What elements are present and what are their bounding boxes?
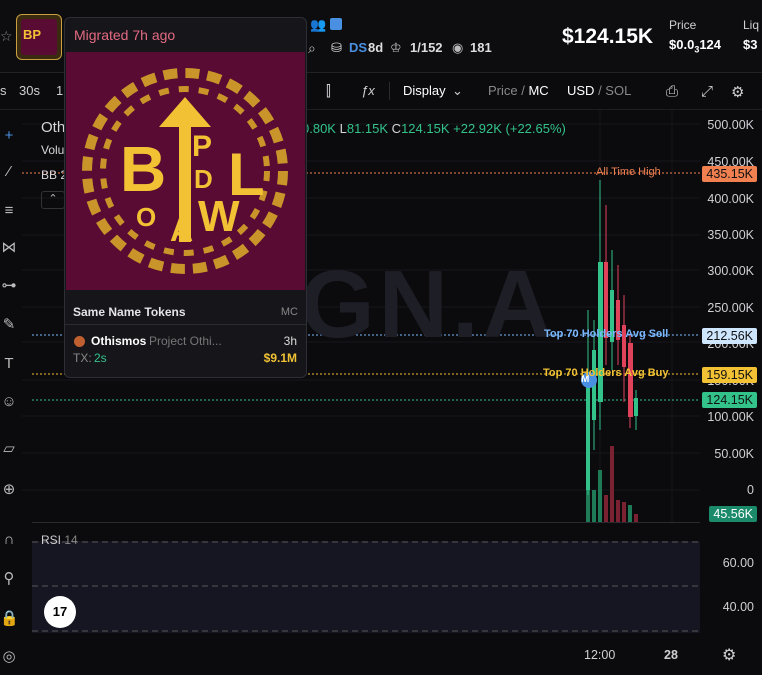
liq-label: Liq [743,18,760,32]
volume-tag: 45.56K [709,506,757,522]
panel-divider[interactable] [32,522,700,523]
zoom-icon[interactable]: ⊕ [0,481,18,499]
crosshair-icon[interactable]: + [0,127,18,145]
axis-settings-icon[interactable]: ⚙ [722,645,736,665]
text-icon[interactable]: T [0,355,18,373]
same-name-token-link[interactable]: Othismos [91,334,146,348]
tradingview-logo[interactable]: 17 [44,596,76,628]
fullscreen-icon[interactable]: ⤢ [701,83,713,100]
y-tick: 50.00K [714,447,754,461]
price-label: Price [669,18,697,32]
views-count: 181 [470,40,492,55]
y-tick: 100.00K [707,410,754,424]
tx-label: TX: [73,351,92,365]
laurel-logo [82,68,288,274]
popup-divider [65,324,306,325]
interval-30s[interactable]: 30s [19,83,40,98]
token-hover-card: Migrated 7h ago B P D L W O A Same Name … [64,17,307,378]
trendline-icon[interactable]: ⁄ [0,163,18,181]
y-tick: 400.00K [707,192,754,206]
legend-symbol[interactable]: Oth [41,119,65,136]
y-tick: 500.00K [707,118,754,132]
holders-ratio: 1/152 [410,40,443,55]
price-axis[interactable]: 500.00K 450.00K 400.00K 350.00K 300.00K … [700,110,762,675]
avg-buy-label: Top 70 Holders Avg Buy [543,367,669,379]
logo-letter-w: W [198,192,240,241]
currency-toggle[interactable]: USD / SOL [567,83,631,98]
lock-drawing-icon[interactable]: ⚲ [0,570,18,588]
team-icon: 👥 [310,17,327,32]
logo-letter-b: B [120,133,167,205]
ds-age: 8d [368,40,384,55]
migrated-status: Migrated 7h ago [74,27,176,43]
y-tick: 0 [747,483,754,497]
rsi-tick: 60.00 [722,556,754,570]
crown-icon: ♔ [390,40,402,55]
current-price-tag: 124.15K [702,392,757,408]
token-icon [74,336,85,347]
y-tick: 350.00K [707,228,754,242]
y-tick: 250.00K [707,301,754,315]
token-market-cap: $9.1M [263,351,297,365]
rsi-panel[interactable] [32,541,700,633]
ruler-icon[interactable]: ▱ [0,440,18,458]
eye-toggle-icon[interactable]: ◎ [0,648,18,666]
logo-letter-d: D [194,164,213,194]
interval-s[interactable]: s [0,83,7,98]
pattern-icon[interactable]: ⋈ [0,239,18,257]
ds-label: DS [349,40,368,55]
rsi-tick: 40.00 [722,600,754,614]
price-value: $0.03124 [669,37,722,55]
lock-icon[interactable]: 🔒 [0,610,19,628]
dex-badge-icon[interactable] [330,18,342,30]
token-age: 3h [283,334,297,348]
x-tick: 28 [664,648,678,662]
watermark: GN.A [300,251,556,358]
logo-letter-a: A [170,212,194,248]
indicators-icon[interactable]: ƒx [361,83,375,98]
y-tick: 300.00K [707,264,754,278]
rsi-label[interactable]: RSI 14 [41,533,78,547]
eye-icon: ◉ [452,40,464,55]
ds-icon: ⛁ [331,40,342,55]
fib-icon[interactable]: ≡ [0,202,18,220]
ath-price-tag: 435.15K [702,166,757,182]
candle-type-icon[interactable]: ⫿ [326,83,331,100]
mc-column-header: MC [280,306,298,318]
logo-letter-o: O [136,202,157,232]
toolbar-divider [389,82,390,100]
settings-icon[interactable]: ⚙ [731,83,744,101]
magnet-icon[interactable]: ∩ [0,531,18,549]
star-icon[interactable]: ☆ [0,28,13,45]
market-cap-value: $124.15K [562,25,654,48]
same-name-tokens-title: Same Name Tokens [73,305,186,319]
chevron-down-icon[interactable]: ⌄ [452,83,463,99]
legend-volume[interactable]: Volu [41,143,64,157]
liq-value: $3 [743,37,758,52]
rsi-canvas [32,541,700,632]
avg-sell-price-tag: 212.56K [702,328,757,344]
x-tick: 12:00 [584,648,616,662]
token-logo-letters: BP [23,27,42,42]
drawing-toolbar: + ⁄ ≡ ⋈ ⊶ ✎ T ☺ ▱ ⊕ ∩ ⚲ 🔒 ◎ [0,110,22,675]
search-icon[interactable]: ⌕ [308,40,316,57]
avg-buy-price-tag: 159.15K [702,367,757,383]
logo-letter-p: P [192,130,213,163]
price-mc-toggle[interactable]: Price / MC [488,83,549,98]
avg-sell-label: Top 70 Holders Avg Sell [544,328,669,340]
token-image: B P D L W O A [66,52,305,290]
legend-ohlc: 0.80K L81.15K C124.15K +22.92K (+22.65%) [302,121,566,136]
interval-1[interactable]: 1 [56,83,63,98]
token-avatar[interactable]: BP [16,14,62,60]
forecast-icon[interactable]: ⊶ [0,277,18,295]
ath-label: All Time High [596,166,661,178]
same-name-token-subtitle: Project Othi... [149,334,221,348]
emoji-icon[interactable]: ☺ [0,393,18,411]
display-button[interactable]: Display [403,83,446,98]
camera-icon[interactable]: ⎙ [666,83,678,100]
collapse-legend-icon[interactable]: ⌃ [41,191,65,209]
brush-icon[interactable]: ✎ [0,316,18,334]
tx-value: 2s [94,351,107,365]
